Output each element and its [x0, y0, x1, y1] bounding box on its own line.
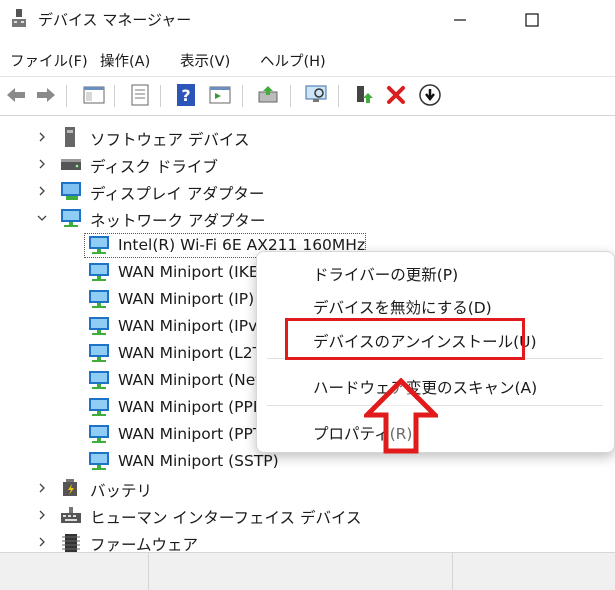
hid-icon — [61, 507, 81, 523]
network-adapter-icon — [89, 425, 109, 443]
tree-label: WAN Miniport (IPv6) — [118, 317, 274, 335]
menu-view[interactable]: 表示(V) — [180, 50, 230, 71]
network-adapter-icon — [89, 317, 109, 335]
tree-category-firmware[interactable]: ファームウェア — [0, 529, 615, 552]
firmware-icon — [62, 534, 80, 552]
battery-icon — [63, 479, 77, 496]
tree-label: WAN Miniport (L2TP) — [118, 344, 278, 362]
chevron-right-icon[interactable] — [36, 509, 48, 521]
menu-file[interactable]: ファイル(F) — [10, 50, 88, 71]
tree-label: ヒューマン インターフェイス デバイス — [90, 509, 362, 527]
maximize-icon[interactable] — [518, 8, 546, 32]
menu-item-update-driver[interactable]: ドライバーの更新(P) — [313, 263, 458, 285]
status-section — [148, 553, 453, 590]
chevron-down-icon[interactable] — [36, 212, 48, 224]
disable-device-icon[interactable] — [418, 83, 442, 107]
software-device-icon — [65, 127, 75, 147]
tree-label: ディスク ドライブ — [90, 158, 218, 176]
tree-category-disk-drives[interactable]: ディスク ドライブ — [0, 151, 615, 178]
uninstall-x-icon[interactable] — [384, 83, 408, 107]
menu-help[interactable]: ヘルプ(H) — [260, 50, 326, 71]
enable-device-icon[interactable] — [352, 83, 376, 107]
menu-bar: ファイル(F) 操作(A) 表示(V) ヘルプ(H) — [0, 44, 615, 72]
show-hide-console-tree-icon[interactable] — [82, 83, 106, 107]
chevron-right-icon[interactable] — [36, 131, 48, 143]
up-arrow-icon — [364, 378, 438, 454]
properties-icon[interactable] — [128, 83, 152, 107]
tree-label: ネットワーク アダプター — [90, 212, 266, 230]
status-bar — [0, 552, 615, 590]
chevron-right-icon[interactable] — [36, 185, 48, 197]
disk-drive-icon — [61, 159, 81, 170]
help-icon[interactable]: ? — [174, 83, 198, 107]
network-adapter-icon — [89, 236, 109, 254]
title-bar: デバイス マネージャー — [0, 0, 615, 40]
device-manager-icon — [12, 9, 26, 27]
svg-text:?: ? — [181, 86, 190, 105]
network-adapter-icon — [89, 263, 109, 281]
action-pane-icon[interactable] — [208, 83, 232, 107]
forward-arrow-icon[interactable] — [34, 83, 58, 107]
network-adapter-icon — [89, 371, 109, 389]
tree-category-display-adapters[interactable]: ディスプレイ アダプター — [0, 178, 615, 205]
network-adapter-icon — [89, 398, 109, 416]
display-adapter-icon — [61, 182, 81, 200]
network-adapter-icon — [89, 344, 109, 362]
chevron-right-icon[interactable] — [36, 536, 48, 548]
network-adapter-icon — [61, 209, 81, 227]
network-adapter-icon — [89, 452, 109, 470]
update-driver-icon[interactable] — [256, 83, 280, 107]
network-adapter-icon — [89, 290, 109, 308]
chevron-right-icon[interactable] — [36, 482, 48, 494]
tree-label: WAN Miniport (IP) — [118, 290, 255, 308]
tree-category-network-adapters[interactable]: ネットワーク アダプター — [0, 205, 615, 232]
tree-label: ファームウェア — [90, 536, 199, 552]
tree-category-hid[interactable]: ヒューマン インターフェイス デバイス — [0, 502, 615, 529]
tree-label: WAN Miniport (PPTP) — [118, 425, 278, 443]
menu-action[interactable]: 操作(A) — [100, 50, 150, 71]
minimize-icon[interactable] — [446, 8, 474, 32]
tree-category-software-devices[interactable]: ソフトウェア デバイス — [0, 124, 615, 151]
tree-label: WAN Miniport (SSTP) — [118, 452, 279, 470]
scan-hardware-icon[interactable] — [304, 83, 328, 107]
tree-label: ソフトウェア デバイス — [90, 131, 250, 149]
tree-label: ディスプレイ アダプター — [90, 185, 265, 203]
chevron-right-icon[interactable] — [36, 158, 48, 170]
tree-category-batteries[interactable]: バッテリ — [0, 475, 615, 502]
toolbar: ? — [0, 76, 615, 116]
back-arrow-icon[interactable] — [4, 83, 28, 107]
window-title: デバイス マネージャー — [38, 11, 192, 29]
status-section — [0, 553, 149, 590]
highlight-box — [285, 318, 525, 360]
tree-label: バッテリ — [90, 482, 153, 500]
menu-item-disable-device[interactable]: デバイスを無効にする(D) — [313, 296, 492, 318]
